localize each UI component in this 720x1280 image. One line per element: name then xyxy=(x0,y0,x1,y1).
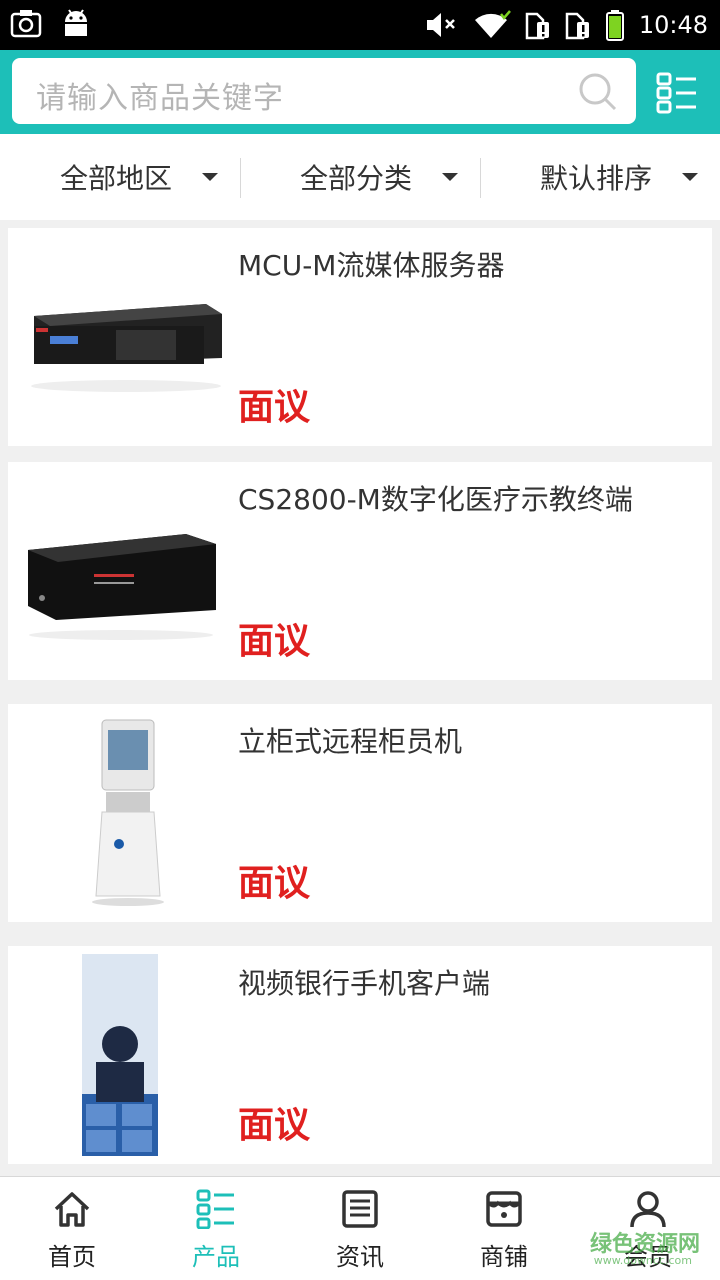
product-card[interactable]: MCU-M流媒体服务器 面议 xyxy=(8,228,712,446)
filter-bar: 全部地区 全部分类 默认排序 xyxy=(0,134,720,220)
product-price: 面议 xyxy=(238,1105,311,1146)
product-title: 视频银行手机客户端 xyxy=(238,967,491,1000)
search-placeholder: 请输入商品关键字 xyxy=(36,81,284,116)
filter-region-label: 全部地区 xyxy=(60,162,173,195)
status-bar: 10:48 xyxy=(0,0,720,50)
clock: 10:48 xyxy=(638,11,708,39)
product-image-terminal xyxy=(16,470,222,672)
nav-home[interactable]: 首页 xyxy=(0,1177,144,1280)
sim1-alert-icon xyxy=(525,12,549,40)
nav-news[interactable]: 资讯 xyxy=(288,1177,432,1280)
product-card[interactable]: 视频银行手机客户端 面议 xyxy=(8,946,712,1164)
filter-category[interactable]: 全部分类 xyxy=(300,134,459,220)
product-list-icon xyxy=(196,1189,234,1229)
filter-sort-label: 默认排序 xyxy=(540,162,653,195)
user-icon xyxy=(630,1191,666,1228)
nav-store[interactable]: 商铺 xyxy=(432,1177,576,1280)
search-icon[interactable] xyxy=(578,72,618,112)
divider xyxy=(240,158,241,198)
watermark-url: www.downcc.com xyxy=(593,1254,692,1267)
nav-store-label: 商铺 xyxy=(480,1243,528,1271)
wifi-icon xyxy=(474,10,511,38)
mute-icon xyxy=(426,13,455,37)
nav-news-label: 资讯 xyxy=(336,1243,384,1271)
product-title: CS2800-M数字化医疗示教终端 xyxy=(238,483,633,516)
chevron-down-icon xyxy=(442,173,459,181)
category-menu-icon[interactable] xyxy=(656,72,698,114)
product-card[interactable]: CS2800-M数字化医疗示教终端 面议 xyxy=(8,462,712,680)
battery-icon xyxy=(605,10,624,41)
store-icon xyxy=(486,1191,522,1227)
nav-products-label: 产品 xyxy=(192,1243,240,1271)
product-price: 面议 xyxy=(238,863,311,904)
news-icon xyxy=(342,1190,378,1228)
product-price: 面议 xyxy=(238,621,311,662)
android-icon xyxy=(65,9,87,36)
product-image-server xyxy=(16,236,222,438)
chevron-down-icon xyxy=(202,173,219,181)
home-icon xyxy=(54,1192,90,1227)
search-input[interactable]: 请输入商品关键字 xyxy=(12,58,636,124)
product-image-kiosk xyxy=(16,712,222,914)
filter-region[interactable]: 全部地区 xyxy=(60,134,219,220)
chevron-down-icon xyxy=(682,173,699,181)
nav-products[interactable]: 产品 xyxy=(144,1177,288,1280)
screenshot-icon xyxy=(10,10,42,38)
product-price: 面议 xyxy=(238,387,311,428)
product-card[interactable]: 立柜式远程柜员机 面议 xyxy=(8,704,712,922)
search-header: 请输入商品关键字 xyxy=(0,50,720,134)
product-image-mobile-app xyxy=(16,954,222,1156)
filter-category-label: 全部分类 xyxy=(300,162,413,195)
nav-home-label: 首页 xyxy=(48,1243,96,1271)
product-title: MCU-M流媒体服务器 xyxy=(238,249,505,282)
sim2-alert-icon xyxy=(565,12,589,40)
divider xyxy=(480,158,481,198)
product-title: 立柜式远程柜员机 xyxy=(238,725,463,758)
filter-sort[interactable]: 默认排序 xyxy=(540,134,699,220)
